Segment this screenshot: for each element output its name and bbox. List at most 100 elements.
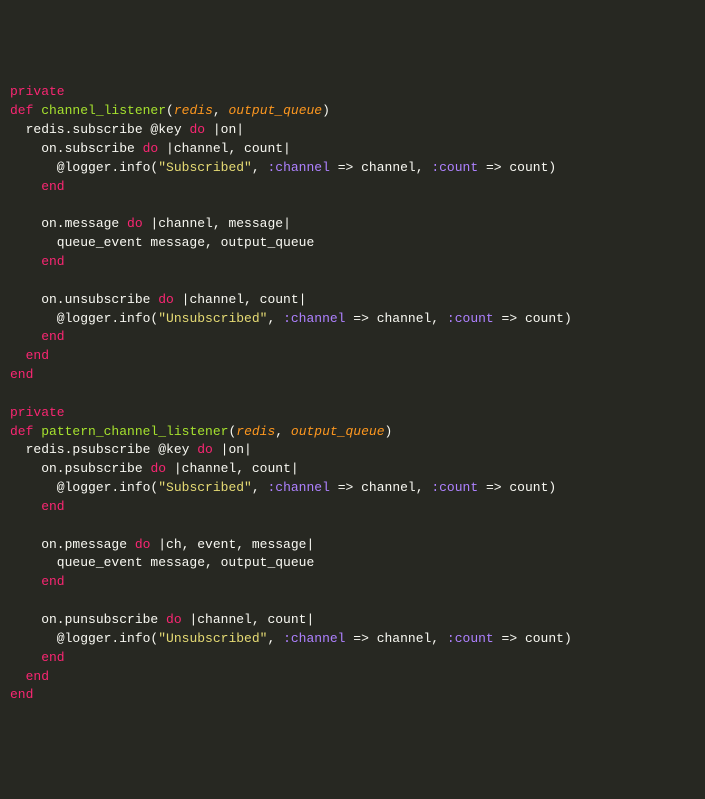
symbol: :count <box>431 160 478 175</box>
code-text: count) <box>525 631 572 646</box>
block-params: |channel, count| <box>158 141 291 156</box>
code-line: redis.subscribe @key do |on| <box>10 122 244 137</box>
symbol: :count <box>447 631 494 646</box>
code-text: => <box>345 311 376 326</box>
code-text: on.pmessage <box>10 537 135 552</box>
keyword-end: end <box>10 574 65 589</box>
keyword-end: end <box>10 179 65 194</box>
code-line: on.psubscribe do |channel, count| <box>10 461 299 476</box>
code-text: queue_event message, output_queue <box>10 235 314 250</box>
code-text: channel, <box>361 480 431 495</box>
code-text: => <box>345 631 376 646</box>
keyword-do: do <box>158 292 174 307</box>
keyword-end: end <box>10 669 49 684</box>
keyword-end: end <box>10 499 65 514</box>
keyword-do: do <box>189 122 205 137</box>
param: output_queue <box>291 424 385 439</box>
code-text: on.message <box>10 216 127 231</box>
code-text: , <box>267 631 283 646</box>
code-text: , <box>267 311 283 326</box>
block-params: |channel, count| <box>174 292 307 307</box>
code-line: on.message do |channel, message| <box>10 216 291 231</box>
code-line: end <box>10 650 65 665</box>
code-line: end <box>10 687 33 702</box>
code-text: count) <box>509 160 556 175</box>
method-name: pattern_channel_listener <box>41 424 228 439</box>
code-line: on.subscribe do |channel, count| <box>10 141 291 156</box>
keyword-end: end <box>10 254 65 269</box>
symbol: :channel <box>267 160 329 175</box>
keyword-private: private <box>10 405 65 420</box>
block-params: |ch, event, message| <box>150 537 314 552</box>
block-params: |on| <box>213 442 252 457</box>
code-line: end <box>10 179 65 194</box>
code-block: private def channel_listener(redis, outp… <box>10 83 695 705</box>
keyword-do: do <box>166 612 182 627</box>
code-line: end <box>10 367 33 382</box>
code-line: end <box>10 329 65 344</box>
keyword-do: do <box>135 537 151 552</box>
code-text: redis.psubscribe @key <box>10 442 197 457</box>
code-line: private <box>10 84 65 99</box>
string-literal: "Unsubscribed" <box>158 311 267 326</box>
code-text: => <box>494 311 525 326</box>
code-text: @logger.info( <box>10 311 158 326</box>
code-text: redis.subscribe @key <box>10 122 189 137</box>
code-line: private <box>10 405 65 420</box>
keyword-do: do <box>143 141 159 156</box>
code-text: count) <box>509 480 556 495</box>
code-line: @logger.info("Subscribed", :channel => c… <box>10 160 556 175</box>
code-line: def channel_listener(redis, output_queue… <box>10 103 330 118</box>
code-text: on.unsubscribe <box>10 292 158 307</box>
code-line: end <box>10 499 65 514</box>
code-line: def pattern_channel_listener(redis, outp… <box>10 424 392 439</box>
code-text: , <box>252 160 268 175</box>
code-text: channel, <box>361 160 431 175</box>
code-text: => <box>478 480 509 495</box>
code-text: @logger.info( <box>10 160 158 175</box>
code-text: on.punsubscribe <box>10 612 166 627</box>
code-line: end <box>10 574 65 589</box>
symbol: :count <box>431 480 478 495</box>
keyword-end: end <box>10 687 33 702</box>
string-literal: "Unsubscribed" <box>158 631 267 646</box>
symbol: :channel <box>283 631 345 646</box>
code-line: on.unsubscribe do |channel, count| <box>10 292 306 307</box>
code-line: on.punsubscribe do |channel, count| <box>10 612 314 627</box>
symbol: :channel <box>267 480 329 495</box>
code-text: => <box>330 160 361 175</box>
code-line: @logger.info("Unsubscribed", :channel =>… <box>10 631 572 646</box>
keyword-end: end <box>10 348 49 363</box>
keyword-private: private <box>10 84 65 99</box>
code-text: , <box>252 480 268 495</box>
keyword-end: end <box>10 367 33 382</box>
block-params: |on| <box>205 122 244 137</box>
code-text: => <box>330 480 361 495</box>
keyword-end: end <box>10 329 65 344</box>
symbol: :count <box>447 311 494 326</box>
keyword-do: do <box>150 461 166 476</box>
code-line: redis.psubscribe @key do |on| <box>10 442 252 457</box>
code-text: @logger.info( <box>10 480 158 495</box>
code-text: @logger.info( <box>10 631 158 646</box>
keyword-def: def <box>10 424 33 439</box>
code-text: queue_event message, output_queue <box>10 555 314 570</box>
code-line: on.pmessage do |ch, event, message| <box>10 537 314 552</box>
code-line: @logger.info("Subscribed", :channel => c… <box>10 480 556 495</box>
block-params: |channel, message| <box>143 216 291 231</box>
param: redis <box>236 424 275 439</box>
code-text: => <box>478 160 509 175</box>
code-line: end <box>10 669 49 684</box>
code-line: queue_event message, output_queue <box>10 555 314 570</box>
method-name: channel_listener <box>41 103 166 118</box>
code-text: channel, <box>377 311 447 326</box>
code-text: on.subscribe <box>10 141 143 156</box>
code-line: @logger.info("Unsubscribed", :channel =>… <box>10 311 572 326</box>
param: output_queue <box>228 103 322 118</box>
code-line: end <box>10 348 49 363</box>
code-text: on.psubscribe <box>10 461 150 476</box>
code-text: => <box>494 631 525 646</box>
block-params: |channel, count| <box>166 461 299 476</box>
keyword-def: def <box>10 103 33 118</box>
symbol: :channel <box>283 311 345 326</box>
